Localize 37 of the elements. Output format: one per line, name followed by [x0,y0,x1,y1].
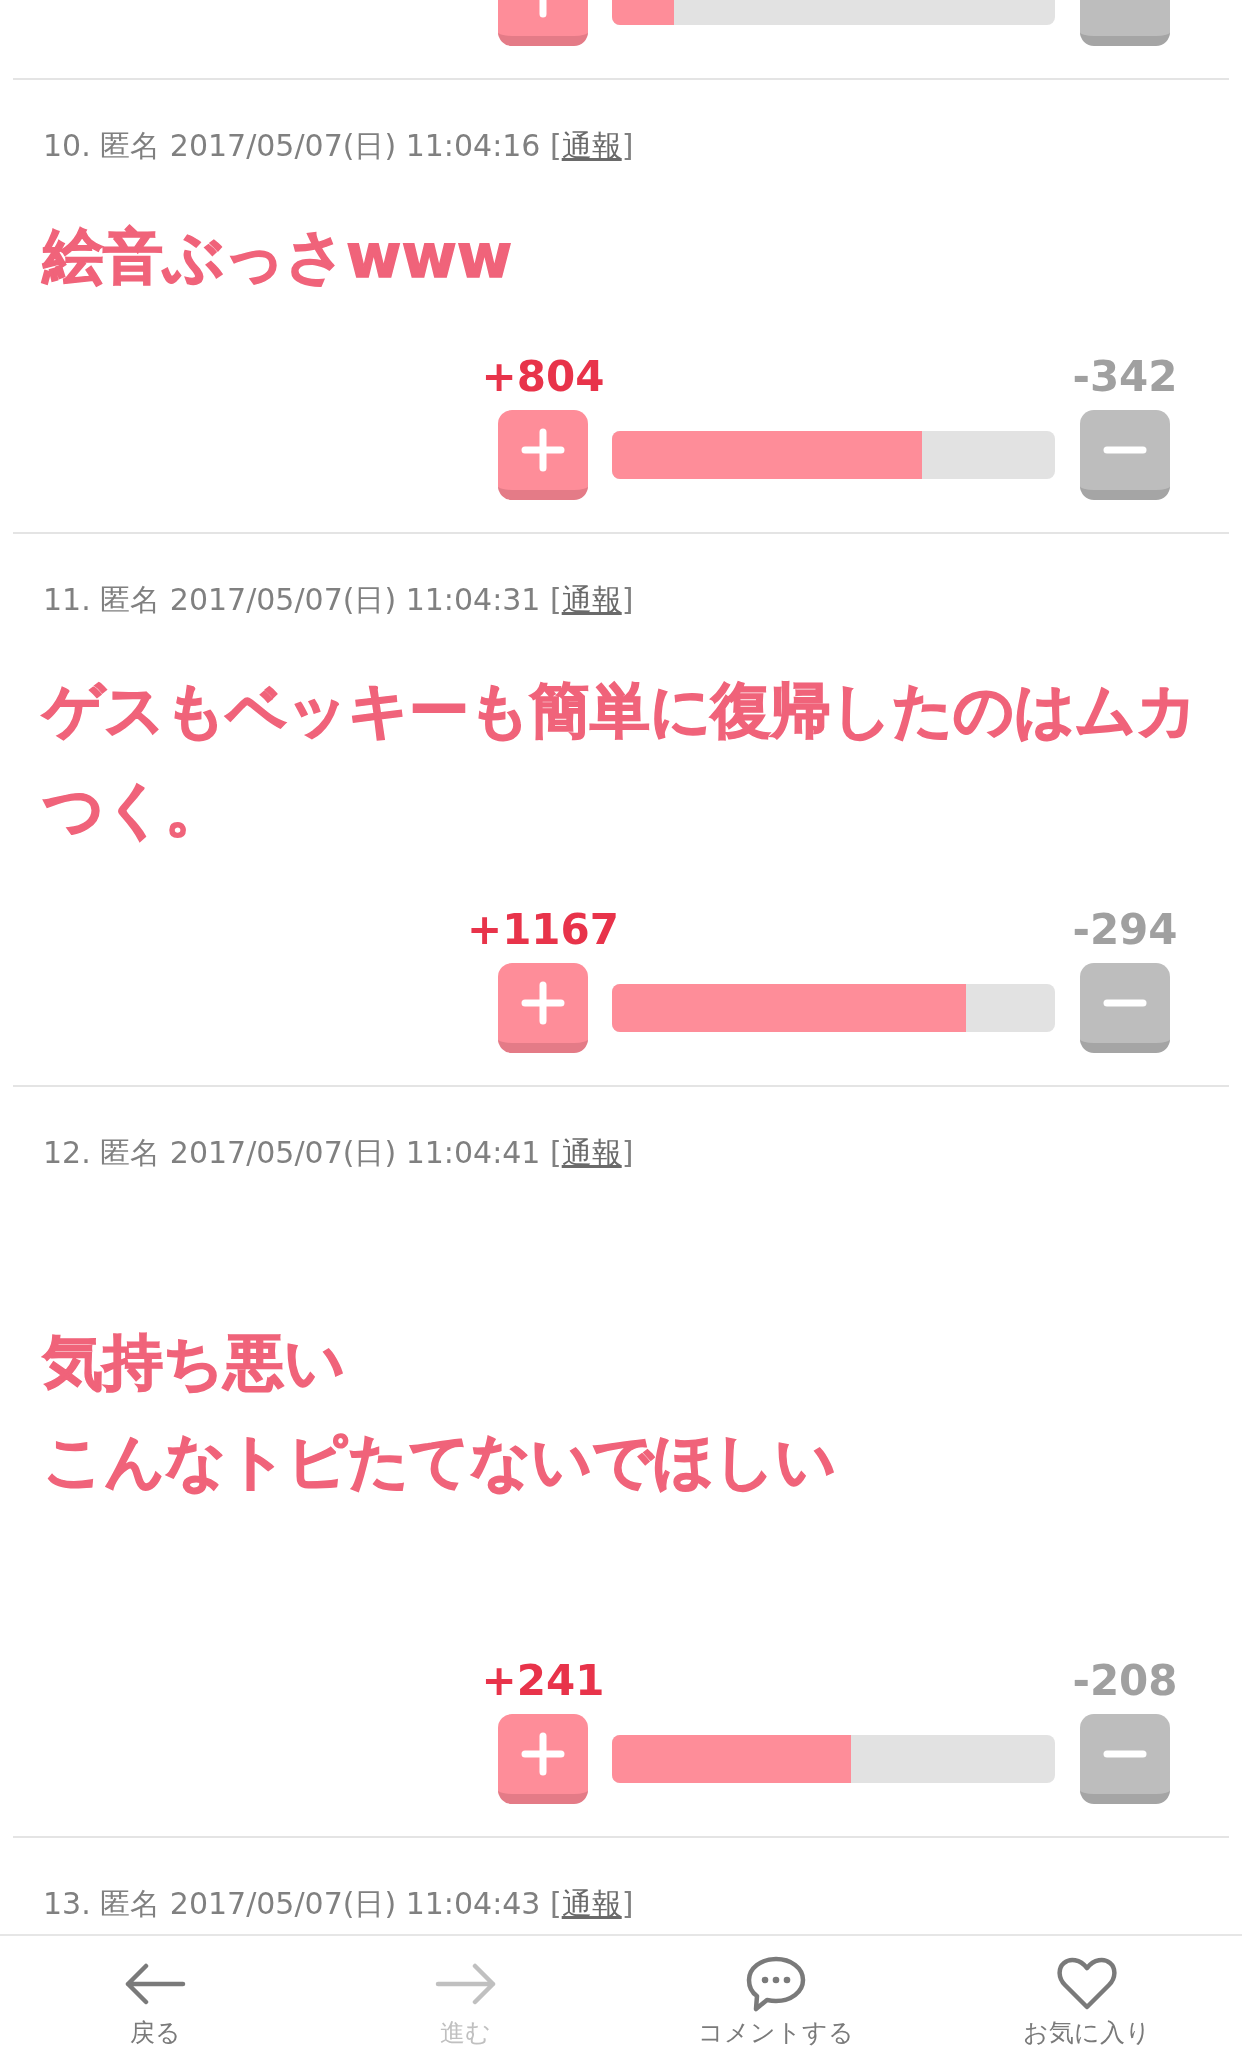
plus-vote-button[interactable] [498,410,588,500]
comment-text: ゲスもベッキーも簡単に復帰したのはムカつく。 [43,674,1198,846]
minus-count: -208 [1072,1657,1178,1705]
plus-count: +1167 [466,906,620,954]
report-link[interactable]: 通報 [561,582,622,617]
plus-icon [521,981,565,1025]
minus-icon [1103,446,1147,454]
minus-count: -342 [1072,353,1178,401]
plus-vote-button[interactable] [498,963,588,1053]
favorite-button[interactable]: お気に入り [1022,1954,1151,2048]
report-link[interactable]: 通報 [561,1886,622,1921]
minus-count: -294 [1072,906,1178,954]
comment-header: 10. 匿名 2017/05/07(日) 11:04:16 [通報] [43,127,635,165]
report-link[interactable]: 通報 [561,1135,622,1170]
minus-vote-button[interactable] [1080,963,1170,1053]
comment-button[interactable]: コメントする [698,1954,855,2048]
comment-header: 11. 匿名 2017/05/07(日) 11:04:31 [通報] [43,581,635,619]
back-button[interactable]: 戻る [124,1954,187,2048]
plus-icon [521,428,565,472]
minus-icon [1103,999,1147,1007]
plus-icon [521,1732,565,1776]
comment-header: 12. 匿名 2017/05/07(日) 11:04:41 [通報] [43,1134,635,1172]
minus-vote-button[interactable] [1080,1714,1170,1804]
comment-text: 絵音ぶっさwww [43,220,513,293]
heart-icon [1056,1957,1117,2011]
comment-text: こんなトピたてないでほしい [43,1425,836,1498]
plus-vote-button[interactable] [498,1714,588,1804]
report-link[interactable]: 通報 [561,128,622,163]
comment-header: 13. 匿名 2017/05/07(日) 11:04:43 [通報] [43,1885,635,1923]
plus-count: +241 [481,1657,605,1705]
speech-bubble-icon [746,1956,807,2012]
comment-text: 気持ち悪い [43,1326,345,1399]
minus-icon [1103,1750,1147,1758]
minus-vote-button[interactable] [1080,410,1170,500]
plus-count: +804 [481,353,605,401]
right-arrow-icon [434,1963,497,2005]
left-arrow-icon [124,1963,187,2005]
